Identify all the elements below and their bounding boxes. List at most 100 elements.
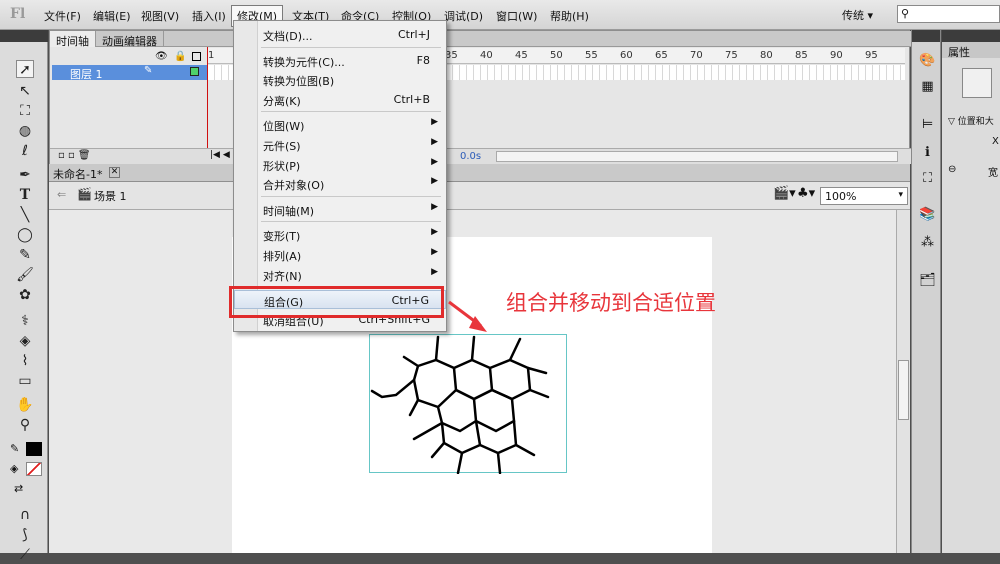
edit-symbol-icon[interactable]: ♣▾ (797, 186, 815, 201)
canvas-vscroll[interactable] (896, 210, 910, 553)
eye-icon[interactable]: 👁 (155, 51, 168, 62)
hand-tool-icon[interactable]: ✋ (16, 396, 34, 414)
position-size-section[interactable]: ▽ 位置和大 (948, 114, 994, 127)
menu-item[interactable]: 文档(D)... Ctrl+J (234, 25, 446, 44)
lasso-icon[interactable]: ℓ (16, 142, 34, 160)
menu-item[interactable]: 帮助(H) (550, 8, 589, 24)
menu-item[interactable]: 元件(S) ▶ (234, 135, 446, 154)
outline-icon[interactable] (192, 52, 201, 61)
menu-item-shortcut: Ctrl+B (393, 92, 430, 106)
menu-item-label: 合并对象(O) (263, 179, 325, 193)
menu-item-label: 时间轴(M) (263, 204, 315, 218)
align-icon[interactable]: ⊨ (919, 116, 936, 133)
tools-panel: ➚ ↖ ⛶ ◍ ℓ ✒ T ╲ ◯ ✎ 🖌 ✿ ⚕ ◈ ⌇ ▭ ✋ ⚲ ✎ ◈ … (0, 30, 48, 563)
transform-icon[interactable]: ⛶ (919, 170, 936, 187)
oval-tool-icon[interactable]: ◯ (16, 226, 34, 244)
color-panel-icon[interactable]: 🎨 (919, 52, 936, 69)
timeline-panel: 时间轴 动画编辑器 👁 🔒 1 5 10 15 20 25 30 35 40 4… (49, 30, 911, 165)
menu-item[interactable]: 编辑(E) (93, 8, 131, 24)
menu-item-label: 排列(A) (263, 250, 302, 263)
menu-separator (261, 111, 441, 113)
menu-item[interactable]: 窗口(W) (496, 8, 537, 24)
chevron-down-icon: ▾ (898, 190, 903, 200)
subselect-tool-icon[interactable]: ↖ (16, 82, 34, 100)
workspace-switcher[interactable]: 传统 ▾ (842, 7, 873, 23)
menu-item[interactable]: 文件(F) (44, 8, 81, 24)
menu-item[interactable]: 合并对象(O) ▶ (234, 174, 446, 193)
deco-tool-icon[interactable]: ✿ (16, 286, 34, 304)
submenu-arrow-icon: ▶ (431, 176, 438, 187)
menu-item[interactable]: 插入(I) (192, 8, 226, 24)
menu-item[interactable]: 调试(D) (444, 8, 483, 24)
menu-item[interactable]: 时间轴(M) ▶ (234, 200, 446, 219)
search-input[interactable]: ⚲ (897, 5, 1000, 23)
line-tool-icon[interactable]: ╲ (16, 206, 34, 224)
smooth-icon[interactable]: ⟆ (16, 526, 34, 544)
fill-color-icon: ◈ (10, 462, 19, 475)
eraser-icon[interactable]: ▭ (16, 372, 34, 390)
3d-rotation-icon[interactable]: ◍ (16, 122, 34, 140)
menu-item[interactable]: 视图(V) (141, 8, 179, 24)
menu-item[interactable]: 形状(P) ▶ (234, 155, 446, 174)
document-tab[interactable]: 未命名-1* (53, 166, 102, 182)
free-transform-icon[interactable]: ⛶ (16, 102, 34, 120)
zoom-select[interactable]: 100% ▾ (820, 187, 908, 205)
menu-item[interactable]: 变形(T) ▶ (234, 225, 446, 244)
back-arrow-icon[interactable]: ⇐ (57, 188, 66, 201)
close-icon[interactable]: ✕ (109, 167, 120, 178)
menu-item[interactable]: 对齐(N) ▶ (234, 265, 446, 284)
submenu-arrow-icon: ▶ (431, 201, 438, 212)
swap-colors-icon[interactable]: ⇄ (14, 482, 23, 495)
zoom-tool-icon[interactable]: ⚲ (16, 416, 34, 434)
menu-item-label: 转换为元件(C)... (263, 55, 345, 69)
submenu-arrow-icon: ▶ (431, 117, 438, 128)
menu-item[interactable]: 排列(A) ▶ (234, 245, 446, 264)
menu-item[interactable]: 位图(W) ▶ (234, 115, 446, 134)
components-icon[interactable]: ⁂ (919, 234, 936, 251)
playback-controls[interactable]: |◀ ◀ (210, 150, 230, 160)
project-icon[interactable]: 🗂 (919, 272, 936, 289)
menu-item[interactable]: 分离(K) Ctrl+B (234, 90, 446, 109)
timeline-footer: ▫ ▫ 🗑 |◀ ◀ 0.0s (50, 148, 911, 164)
elapsed-time: 0.0s (460, 151, 482, 162)
grouped-shape-selection[interactable] (369, 334, 567, 474)
submenu-arrow-icon: ▶ (431, 137, 438, 147)
submenu-arrow-icon: ▶ (431, 247, 438, 257)
paint-bucket-icon[interactable]: ◈ (16, 332, 34, 350)
width-label: 宽 (988, 168, 998, 179)
selection-tool-icon[interactable]: ➚ (16, 60, 34, 78)
stroke-color-swatch[interactable] (26, 442, 42, 456)
menu-item-label: 元件(S) (263, 140, 301, 153)
menu-item[interactable]: 转换为元件(C)... F8 (234, 51, 446, 70)
tab-timeline[interactable]: 时间轴 (50, 31, 96, 48)
properties-title[interactable]: 属性 (942, 42, 1000, 59)
link-icon[interactable]: ⊖ (948, 164, 956, 175)
fill-color-swatch[interactable] (26, 462, 42, 476)
menu-separator (261, 195, 441, 197)
pencil-tool-icon[interactable]: ✎ (16, 246, 34, 264)
menu-item[interactable]: 转换为位图(B) (234, 70, 446, 89)
swatches-icon[interactable]: ▦ (919, 78, 936, 95)
lock-icon[interactable]: 🔒 (174, 51, 186, 62)
layer-row[interactable]: 图层 1 ✎ (52, 65, 207, 81)
submenu-arrow-icon: ▶ (431, 227, 438, 238)
stroke-color-icon: ✎ (10, 442, 20, 455)
brush-tool-icon[interactable]: 🖌 (16, 266, 34, 284)
straighten-icon[interactable]: ⟋ (16, 546, 34, 564)
new-layer-icon[interactable]: ▫ ▫ 🗑 (58, 150, 91, 161)
text-tool-icon[interactable]: T (16, 186, 34, 204)
snap-magnet-icon[interactable]: ∩ (16, 506, 34, 524)
menu-item-label: 分离(K) (263, 94, 301, 108)
menu-item-label: 文档(D)... (263, 30, 313, 43)
library-icon[interactable]: 📚 (919, 206, 936, 223)
timeline-hscroll[interactable] (496, 151, 898, 162)
annotation-text: 组合并移动到合适位置 (506, 291, 716, 315)
edit-scene-icon[interactable]: 🎬▾ (773, 186, 796, 201)
eyedropper-icon[interactable]: ⌇ (16, 352, 34, 370)
bone-tool-icon[interactable]: ⚕ (16, 312, 34, 330)
pen-tool-icon[interactable]: ✒ (16, 166, 34, 184)
tab-motion-editor[interactable]: 动画编辑器 (96, 31, 164, 48)
layer-color-icon[interactable] (190, 67, 199, 76)
info-icon[interactable]: ℹ (919, 144, 936, 161)
menu-separator (261, 46, 441, 48)
